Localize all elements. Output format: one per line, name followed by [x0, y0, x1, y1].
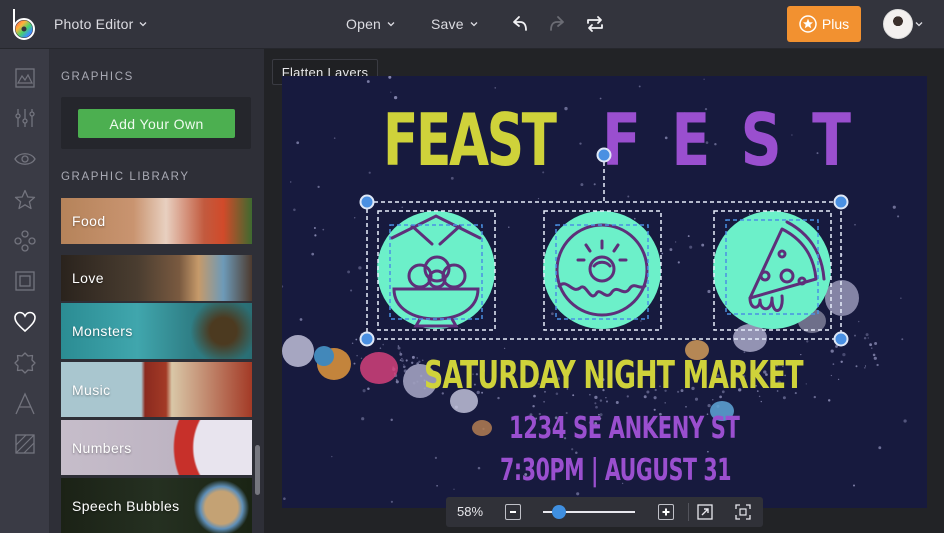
zoom-value: 58% [457, 504, 484, 519]
save-label: Save [431, 16, 464, 32]
add-your-own-button[interactable]: Add Your Own [78, 109, 235, 138]
swap-icon [587, 16, 603, 32]
zoom-toolbar: 58% [446, 497, 763, 527]
minus-icon [510, 511, 516, 513]
redo-icon [550, 16, 564, 31]
star-badge-icon [799, 15, 817, 33]
swap-button[interactable] [583, 12, 607, 36]
heart-icon[interactable] [13, 310, 37, 334]
badge-icon[interactable] [13, 351, 37, 375]
chevron-down-icon [470, 22, 478, 27]
library-item-label: Music [72, 381, 111, 398]
undo-icon [513, 16, 527, 31]
add-own-container: Add Your Own [61, 97, 251, 149]
adjust-sliders-icon[interactable] [13, 106, 37, 130]
fullscreen-icon[interactable] [735, 504, 751, 520]
textures-icon[interactable] [13, 432, 37, 456]
zoom-in-button[interactable] [658, 504, 674, 520]
poster-address[interactable]: 1234 SE ANKENY ST [509, 414, 740, 444]
library-item-speech-bubbles[interactable]: Speech Bubbles [61, 478, 252, 533]
poster-subtitle[interactable]: SATURDAY NIGHT MARKET [424, 356, 804, 394]
graphics-panel: GRAPHICS Add Your Own GRAPHIC LIBRARY Fo… [50, 49, 264, 533]
star-icon[interactable] [13, 188, 37, 212]
resize-handle-bottom-right[interactable] [833, 331, 849, 347]
tool-rail [0, 49, 50, 533]
top-bar: Photo Editor Open Save Plus [0, 0, 944, 49]
resize-handle-top-right[interactable] [833, 194, 849, 210]
library-item-label: Numbers [72, 439, 132, 456]
graphic-library-heading: GRAPHIC LIBRARY [61, 171, 190, 183]
overlays-icon[interactable] [13, 229, 37, 253]
open-label: Open [346, 16, 382, 32]
open-menu[interactable]: Open [346, 0, 395, 48]
befunky-logo-icon[interactable] [11, 7, 37, 41]
resize-handle-top-left[interactable] [359, 194, 375, 210]
library-item-music[interactable]: Music [61, 362, 252, 417]
chevron-down-icon [387, 22, 395, 27]
zoom-out-button[interactable] [505, 504, 521, 520]
redo-button[interactable] [545, 12, 569, 36]
chevron-down-icon[interactable] [915, 20, 923, 28]
eye-icon[interactable] [13, 147, 37, 171]
undo-button[interactable] [508, 12, 532, 36]
rotate-handle[interactable] [596, 147, 612, 163]
group-selection-box [366, 201, 842, 340]
library-item-label: Speech Bubbles [72, 497, 180, 514]
library-item-label: Monsters [72, 323, 133, 339]
design-canvas[interactable]: FEAST F E S T SATURDAY NIGHT MARKET 1234… [282, 76, 927, 508]
library-item-love[interactable]: Love [61, 255, 252, 301]
resize-handle-bottom-left[interactable] [359, 331, 375, 347]
panel-scrollbar[interactable] [255, 445, 260, 495]
library-item-food[interactable]: Food [61, 198, 252, 244]
library-item-monsters[interactable]: Monsters [61, 303, 252, 359]
plus-upgrade-button[interactable]: Plus [787, 6, 861, 42]
graphics-heading: GRAPHICS [61, 71, 134, 83]
user-avatar[interactable] [883, 9, 913, 39]
plus-icon [662, 508, 670, 516]
zoom-divider [688, 503, 689, 521]
fit-expand-icon[interactable] [697, 504, 713, 520]
library-item-numbers[interactable]: Numbers [61, 420, 252, 475]
chevron-down-icon [139, 22, 147, 27]
image-icon[interactable] [13, 66, 37, 90]
zoom-slider-knob[interactable] [551, 505, 566, 519]
library-item-label: Love [72, 270, 104, 286]
photo-editor-label: Photo Editor [54, 16, 134, 32]
library-item-label: Food [72, 213, 106, 229]
frames-icon[interactable] [13, 269, 37, 293]
poster-time-date[interactable]: 7:30PM | AUGUST 31 [500, 456, 732, 486]
plus-label: Plus [821, 16, 850, 32]
save-menu[interactable]: Save [431, 0, 478, 48]
photo-editor-menu[interactable]: Photo Editor [54, 0, 147, 48]
text-icon[interactable] [13, 392, 37, 416]
